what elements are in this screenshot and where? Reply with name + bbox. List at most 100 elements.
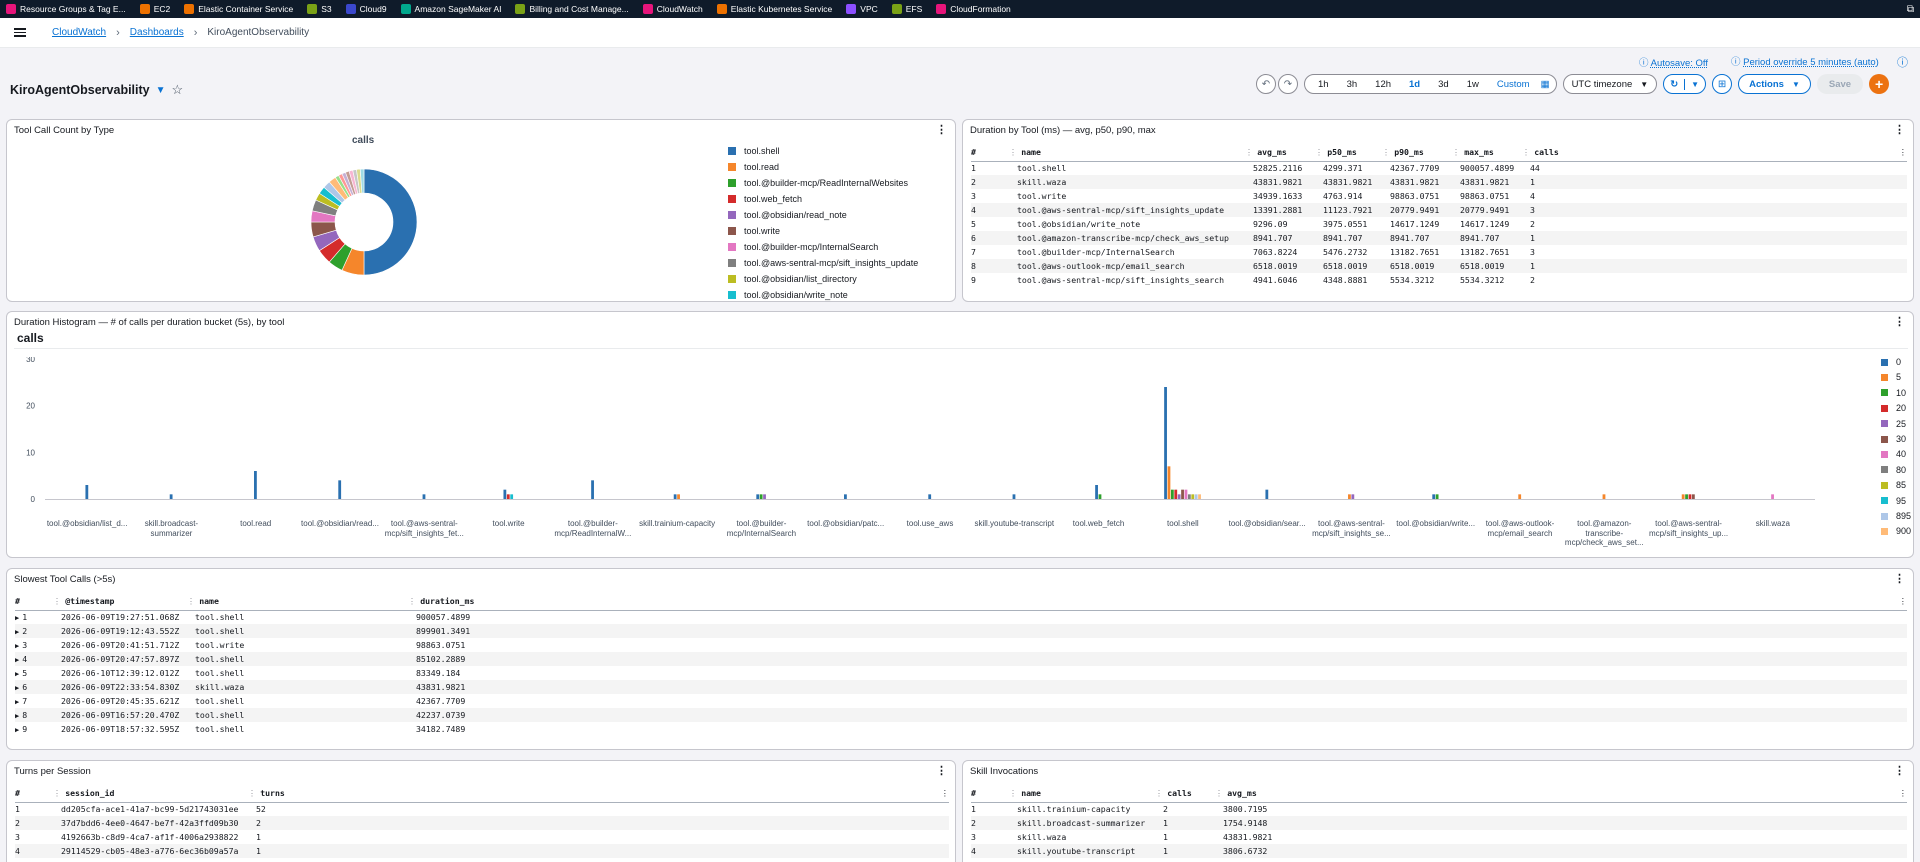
histogram-bar[interactable] (1771, 494, 1774, 499)
histogram-bar[interactable] (1184, 489, 1188, 499)
histogram-bar[interactable] (422, 494, 426, 499)
histogram-bar[interactable] (503, 489, 507, 499)
timezone-select[interactable]: UTC timezone ▼ (1562, 74, 1658, 94)
favorite-item[interactable]: Elastic Kubernetes Service (716, 4, 832, 14)
col-header-max[interactable]: ⋮ max_ms (1452, 144, 1522, 162)
favorite-item[interactable]: Amazon SageMaker AI (400, 4, 501, 14)
save-button[interactable]: Save (1816, 74, 1864, 94)
more-options-icon[interactable]: ⋮ (1894, 315, 1905, 328)
more-options-icon[interactable]: ⋮ (1894, 123, 1905, 136)
histogram-bar[interactable] (1174, 489, 1178, 499)
col-header-timestamp[interactable]: ⋮ @timestamp (53, 593, 187, 611)
histogram-bar[interactable] (844, 494, 847, 499)
favorite-item[interactable]: Cloud9 (345, 4, 387, 14)
legend-item[interactable]: 80 (1881, 465, 1906, 475)
range-12h[interactable]: 12h (1366, 79, 1400, 90)
histogram-bar[interactable] (1194, 494, 1198, 499)
expand-row-icon[interactable]: ▶ (15, 684, 19, 692)
histogram-bar[interactable] (1012, 494, 1016, 499)
favorite-item[interactable]: CloudWatch (642, 4, 703, 14)
histogram-bar[interactable] (1177, 494, 1181, 499)
col-header-session[interactable]: ⋮ session_id (53, 785, 248, 803)
histogram-bar[interactable] (673, 494, 677, 499)
col-header-calls[interactable]: ⋮ calls (1155, 785, 1215, 803)
table-row[interactable]: ▶ 1 2026-06-09T19:27:51.068Z tool.shell 9000… (15, 610, 1907, 624)
caret-down-icon[interactable]: ▼ (156, 85, 166, 96)
table-row[interactable]: ▶ 9 2026-06-09T18:57:32.595Z tool.shell 3418… (15, 722, 1907, 736)
histogram-bar[interactable] (85, 485, 89, 499)
histogram-bar[interactable] (1518, 494, 1522, 499)
histogram-bar[interactable] (1167, 466, 1171, 499)
expand-row-icon[interactable]: ▶ (15, 656, 19, 664)
table-row[interactable]: ▶ 8 2026-06-09T16:57:20.470Z tool.shell 4223… (15, 708, 1907, 722)
col-header-name[interactable]: ⋮ name (1009, 144, 1245, 162)
expand-row-icon[interactable]: ▶ (15, 698, 19, 706)
more-options-icon[interactable]: ⋮ (936, 764, 947, 777)
legend-item[interactable]: 40 (1881, 449, 1906, 459)
histogram-bar[interactable] (1181, 489, 1184, 499)
histogram-bar[interactable] (338, 480, 342, 499)
histogram-bar[interactable] (1435, 494, 1439, 499)
legend-item[interactable]: tool.@builder-mcp/InternalSearch (728, 239, 918, 255)
refresh-button[interactable]: ↻ ▼ (1663, 74, 1707, 94)
col-header-turns[interactable]: ⋮ turns ⋮ (248, 785, 949, 803)
autosave-toggle[interactable]: ⓘ Autosave: Off (1639, 55, 1708, 69)
cloudshell-icon[interactable]: ⧉ (1907, 4, 1914, 15)
actions-button[interactable]: Actions ▼ (1738, 74, 1811, 94)
range-1h[interactable]: 1h (1309, 79, 1338, 90)
col-header-avg[interactable]: ⋮ avg_ms ⋮ (1215, 785, 1907, 803)
add-widget-button[interactable]: + (1869, 74, 1890, 94)
range-1w[interactable]: 1w (1458, 79, 1488, 90)
expand-row-icon[interactable]: ▶ (15, 642, 19, 650)
info-panel-icon[interactable]: ⓘ (1897, 54, 1908, 70)
favorite-item[interactable]: Billing and Cost Manage... (515, 4, 629, 14)
calendar-icon[interactable]: ▦ (1539, 79, 1552, 90)
expand-row-icon[interactable]: ▶ (15, 670, 19, 678)
histogram-bar[interactable] (591, 480, 594, 499)
histogram-bar[interactable] (1681, 494, 1685, 499)
legend-item[interactable]: 0 (1881, 357, 1901, 367)
col-header-p90[interactable]: ⋮ p90_ms (1382, 144, 1452, 162)
favorite-item[interactable]: Elastic Container Service (184, 4, 293, 14)
breadcrumb-dashboards[interactable]: Dashboards (130, 27, 184, 38)
legend-item[interactable]: tool.@builder-mcp/ReadInternalWebsites (728, 175, 918, 191)
legend-item[interactable]: tool.@obsidian/read_note (728, 207, 918, 223)
histogram-bar[interactable] (677, 494, 680, 499)
range-1d[interactable]: 1d (1400, 79, 1429, 90)
histogram-bar[interactable] (1164, 387, 1167, 499)
favorite-item[interactable]: Resource Groups & Tag E... (6, 4, 126, 14)
legend-item[interactable]: 85 (1881, 480, 1906, 490)
favorite-item[interactable]: S3 (307, 4, 332, 14)
expand-row-icon[interactable]: ▶ (15, 628, 19, 636)
histogram-bar[interactable] (1170, 489, 1174, 499)
histogram-bar[interactable] (1191, 494, 1195, 499)
histogram-bar[interactable] (928, 494, 932, 499)
histogram-bar[interactable] (1691, 494, 1695, 499)
more-options-icon[interactable]: ⋮ (1894, 572, 1905, 585)
expand-row-icon[interactable]: ▶ (15, 712, 19, 720)
pie-slice[interactable] (363, 168, 418, 276)
table-row[interactable]: ▶ 3 2026-06-09T20:41:51.712Z tool.write 9886… (15, 638, 1907, 652)
table-row[interactable]: ▶ 7 2026-06-09T20:45:35.621Z tool.shell 4236… (15, 694, 1907, 708)
legend-item[interactable]: tool.@obsidian/list_directory (728, 271, 918, 287)
legend-item[interactable]: tool.write (728, 223, 918, 239)
col-header-name[interactable]: ⋮ name (1009, 785, 1155, 803)
legend-item[interactable]: 25 (1881, 419, 1906, 429)
legend-item[interactable]: 895 (1881, 511, 1911, 521)
histogram-bar[interactable] (506, 494, 510, 499)
col-header-name[interactable]: ⋮ name (187, 593, 408, 611)
col-header-avg[interactable]: ⋮ avg_ms (1245, 144, 1315, 162)
histogram-bar[interactable] (254, 471, 257, 499)
breadcrumb-cloudwatch[interactable]: CloudWatch (52, 27, 106, 38)
favorite-item[interactable]: EFS (891, 4, 922, 14)
histogram-bar[interactable] (1602, 494, 1606, 499)
legend-item[interactable]: 10 (1881, 388, 1906, 398)
histogram-bar[interactable] (1348, 494, 1351, 499)
favorite-item[interactable]: CloudFormation (936, 4, 1011, 14)
col-header-p50[interactable]: ⋮ p50_ms (1315, 144, 1382, 162)
histogram-bar[interactable] (1095, 485, 1098, 499)
col-header-duration[interactable]: ⋮ duration_ms ⋮ (408, 593, 1907, 611)
histogram-bar[interactable] (1688, 494, 1692, 499)
legend-item[interactable]: tool.@obsidian/write_note (728, 287, 918, 301)
legend-item[interactable]: tool.shell (728, 143, 918, 159)
